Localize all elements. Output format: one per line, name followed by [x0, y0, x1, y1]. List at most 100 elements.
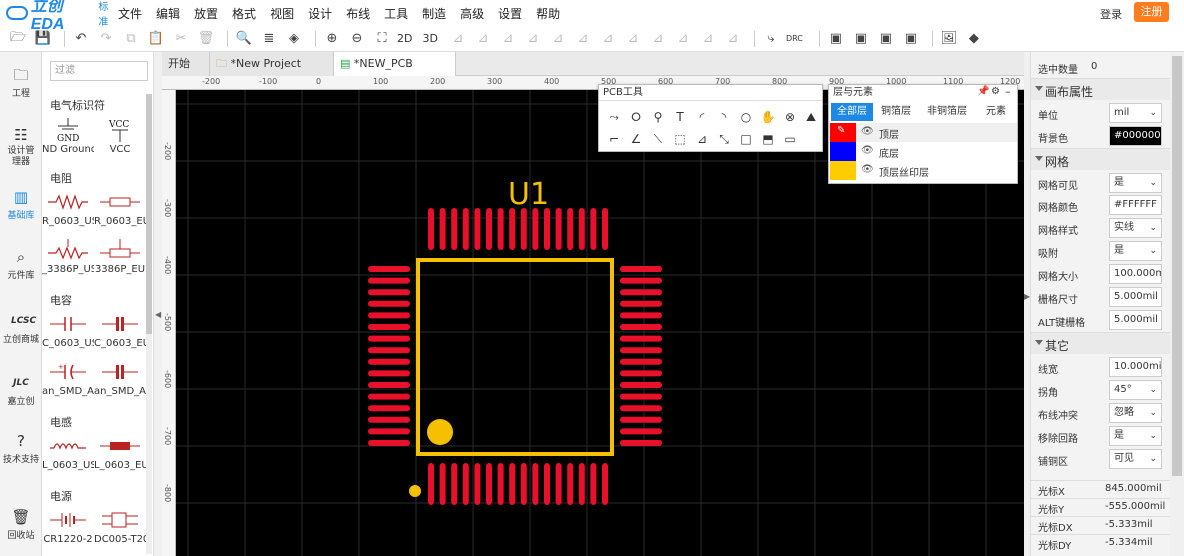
library-item-battery[interactable]: CR1220-2: [42, 506, 94, 552]
component-designator[interactable]: U1: [508, 177, 549, 212]
align-center-h-icon[interactable]: ⊿: [548, 29, 568, 49]
smd-pad[interactable]: [567, 463, 574, 505]
grid-style-select[interactable]: 实线 ⌄: [1109, 218, 1162, 238]
smd-pad[interactable]: [567, 208, 574, 250]
layer-manager-icon[interactable]: ◆: [964, 29, 984, 49]
section-other[interactable]: 其它: [1031, 332, 1171, 354]
smd-pad[interactable]: [620, 405, 662, 412]
library-item-pot-us[interactable]: _3386P_US: [42, 236, 94, 282]
library-item-resistor-eu[interactable]: R_0603_EU: [94, 188, 146, 234]
menu-place[interactable]: 放置: [194, 5, 218, 22]
layer-row-top-silk[interactable]: 👁 顶层丝印层: [829, 161, 1017, 180]
smd-pad[interactable]: [620, 266, 662, 272]
category-inductors[interactable]: 电感: [50, 414, 72, 430]
pan-hand-icon[interactable]: ✋: [759, 108, 777, 126]
layer-color-swatch[interactable]: [830, 161, 856, 180]
library-item-resistor-us[interactable]: R_0603_US: [42, 188, 94, 234]
zoom-in-icon[interactable]: ⊕: [322, 29, 342, 49]
rail-recycle-bin[interactable]: 🗑 回收站: [0, 508, 42, 541]
delete-icon[interactable]: 🗑: [196, 29, 216, 49]
menu-advanced[interactable]: 高级: [460, 5, 484, 22]
smd-pad[interactable]: [520, 208, 527, 250]
smd-pad[interactable]: [439, 208, 446, 250]
smd-pad[interactable]: [474, 463, 481, 505]
export-image-icon[interactable]: ▣: [851, 29, 871, 49]
library-item-dc-jack[interactable]: DC005-T20: [94, 506, 146, 552]
pcb-pads[interactable]: [368, 208, 662, 505]
layer-row-bottom[interactable]: 👁 底层: [829, 142, 1017, 161]
rail-component-library[interactable]: ⌕ 元件库: [0, 248, 42, 281]
category-capacitors[interactable]: 电容: [50, 292, 72, 308]
tab-start[interactable]: 开始: [162, 52, 210, 76]
alt-snap-input[interactable]: 5.000mil: [1109, 310, 1162, 330]
menu-help[interactable]: 帮助: [536, 5, 560, 22]
smd-pad[interactable]: [532, 208, 539, 250]
view-3d-button[interactable]: 3D: [422, 32, 437, 45]
smd-pad[interactable]: [509, 208, 516, 250]
left-panel-splitter[interactable]: ◀: [154, 52, 162, 556]
board-outline-icon[interactable]: ⬒: [759, 130, 777, 148]
line-width-input[interactable]: 10.000mil: [1109, 357, 1162, 377]
smd-pad[interactable]: [620, 277, 662, 284]
library-item-vcc[interactable]: VCC VCC: [94, 116, 146, 162]
menu-view[interactable]: 视图: [270, 5, 294, 22]
login-link[interactable]: 登录: [1100, 6, 1122, 22]
background-color-input[interactable]: #000000: [1109, 126, 1162, 146]
eye-icon[interactable]: 👁: [861, 164, 874, 175]
smd-pad[interactable]: [620, 312, 662, 319]
layer-row-top[interactable]: ✎ 👁 顶层: [829, 123, 1017, 142]
smd-pad[interactable]: [462, 463, 469, 505]
rail-jlc[interactable]: JLC 嘉立创: [0, 374, 42, 407]
smd-pad[interactable]: [497, 208, 504, 250]
smd-pad[interactable]: [368, 277, 410, 284]
smd-pad[interactable]: [544, 208, 550, 250]
smd-pad[interactable]: [620, 440, 662, 446]
smd-pad[interactable]: [368, 335, 410, 342]
find-text-icon[interactable]: ≣: [259, 29, 279, 49]
library-filter-input[interactable]: 过滤: [50, 61, 148, 81]
smd-pad[interactable]: [368, 382, 410, 388]
grid-visible-select[interactable]: 是 ⌄: [1109, 173, 1162, 193]
eye-icon[interactable]: 👁: [861, 126, 874, 137]
smd-pad[interactable]: [620, 370, 662, 377]
smd-pad[interactable]: [532, 463, 539, 505]
redo-icon[interactable]: ↷: [96, 29, 116, 49]
smd-pad[interactable]: [462, 208, 469, 250]
library-scrollbar-thumb[interactable]: [146, 94, 152, 334]
tab-new-project[interactable]: 🗀 *New Project: [210, 52, 334, 76]
rail-lcsc[interactable]: LCSC 立创商城: [0, 312, 42, 345]
menu-edit[interactable]: 编辑: [156, 5, 180, 22]
hole-tool-icon[interactable]: ⊗: [781, 108, 799, 126]
smd-pad[interactable]: [368, 416, 410, 423]
solid-region-icon[interactable]: ⊿: [693, 130, 711, 148]
line-tool-icon[interactable]: ⟍: [649, 130, 667, 148]
unit-select[interactable]: mil ⌄: [1109, 103, 1162, 123]
smd-pad[interactable]: [620, 382, 662, 388]
smd-pad[interactable]: [590, 463, 597, 505]
measure-tool-icon[interactable]: ⤡: [715, 130, 733, 148]
route-icon[interactable]: ⤷: [761, 29, 781, 49]
view-2d-button[interactable]: 2D: [397, 32, 412, 45]
layer-color-swatch[interactable]: ✎: [830, 123, 856, 142]
save-icon[interactable]: 💾: [33, 29, 53, 49]
remove-loop-select[interactable]: 是 ⌄: [1109, 426, 1162, 446]
align-right-icon[interactable]: ⊿: [473, 29, 493, 49]
angle-dimension-icon[interactable]: ∠: [627, 130, 645, 148]
copy-icon[interactable]: ⧉: [121, 29, 141, 49]
group-icon[interactable]: ⊿: [698, 29, 718, 49]
smd-pad[interactable]: [620, 289, 662, 296]
smd-pad[interactable]: [520, 463, 527, 505]
smd-pad[interactable]: [368, 289, 410, 296]
flip-icon[interactable]: ⊿: [673, 29, 693, 49]
category-resistors[interactable]: 电阻: [50, 170, 72, 186]
export-file-icon[interactable]: ▣: [876, 29, 896, 49]
smd-pad[interactable]: [368, 266, 410, 272]
library-item-cap-tan-a[interactable]: + an_SMD_A: [42, 358, 94, 404]
category-electrical-symbols[interactable]: 电气标识符: [50, 97, 105, 113]
cut-icon[interactable]: ✂: [171, 29, 191, 49]
library-item-cap-us[interactable]: C_0603_US: [42, 310, 94, 356]
align-center-v-icon[interactable]: ⊿: [573, 29, 593, 49]
library-item-inductor-eu[interactable]: L_0603_EU: [94, 432, 146, 478]
eye-icon[interactable]: 👁: [861, 145, 874, 156]
text-tool-icon[interactable]: T: [671, 108, 689, 126]
